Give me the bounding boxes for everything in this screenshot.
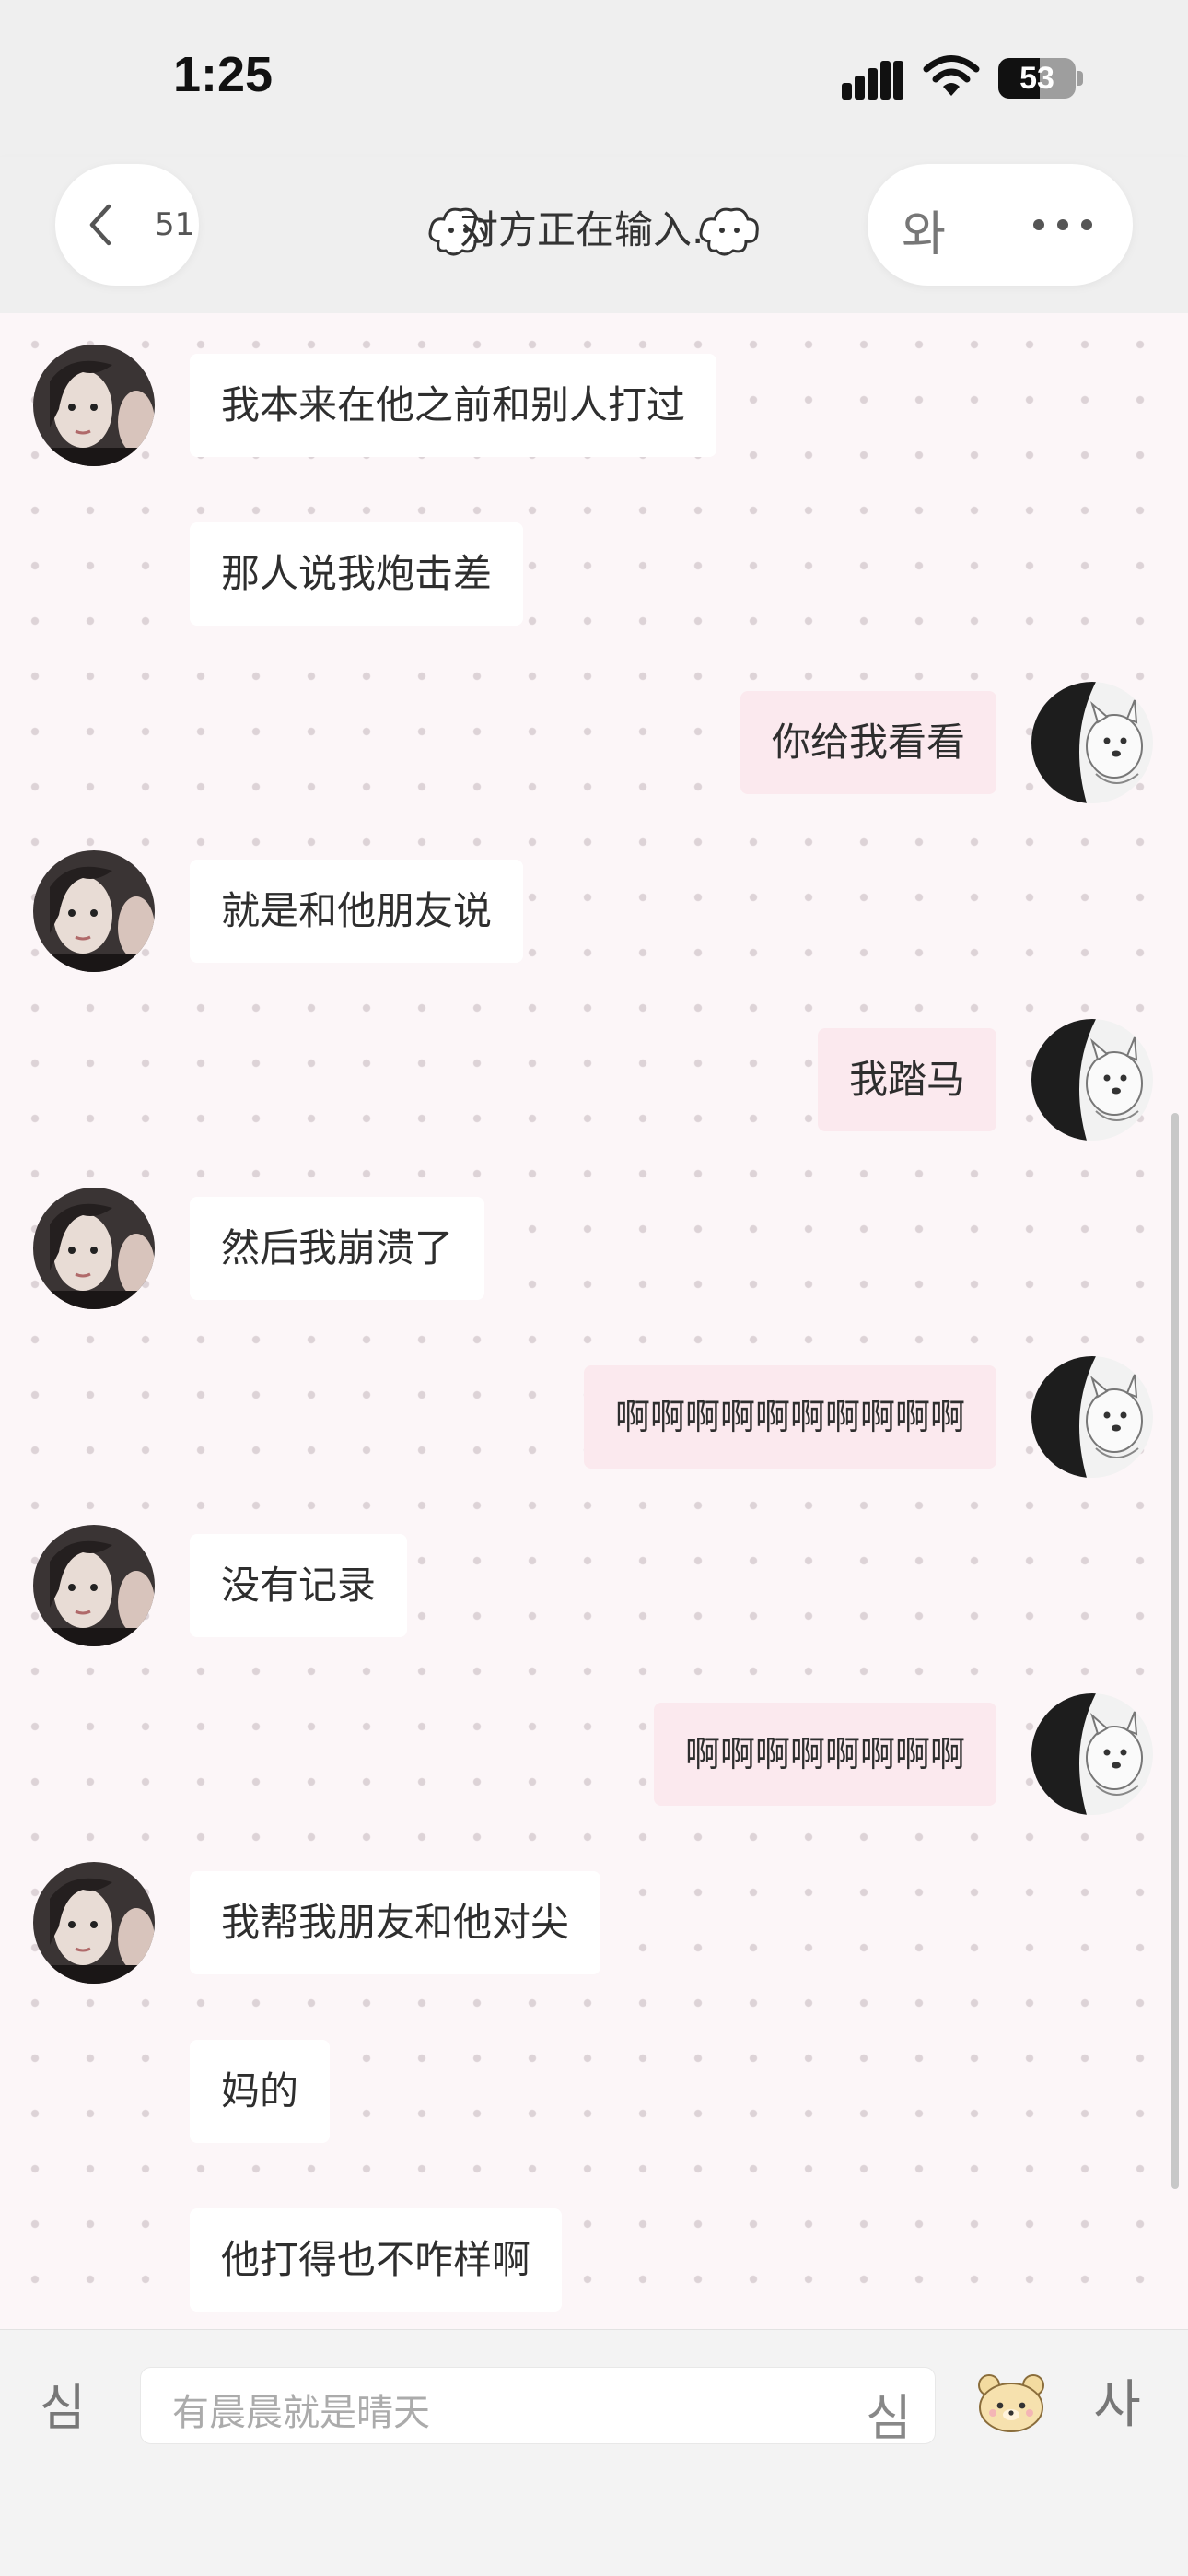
chevron-left-icon bbox=[89, 204, 111, 246]
cloud-icon bbox=[699, 207, 759, 256]
input-bar: 심 有晨晨就是晴天 심 사 bbox=[0, 2329, 1188, 2576]
input-inline-button[interactable]: 심 bbox=[859, 2377, 918, 2447]
outgoing-message-bubble[interactable]: 啊啊啊啊啊啊啊啊 bbox=[653, 1703, 996, 1806]
my-avatar[interactable] bbox=[1031, 1356, 1153, 1478]
contact-avatar[interactable] bbox=[33, 1525, 155, 1646]
more-actions-button[interactable]: 사 bbox=[1087, 2363, 1147, 2435]
my-avatar[interactable] bbox=[1031, 1693, 1153, 1815]
outgoing-message-bubble[interactable]: 我踏马 bbox=[817, 1028, 996, 1131]
incoming-message-bubble[interactable]: 他打得也不咋样啊 bbox=[190, 2208, 563, 2312]
cellular-signal-icon bbox=[842, 61, 903, 100]
incoming-message-bubble[interactable]: 就是和他朋友说 bbox=[190, 860, 524, 963]
my-avatar[interactable] bbox=[1031, 1019, 1153, 1141]
status-time: 1:25 bbox=[173, 47, 274, 102]
battery-tip bbox=[1077, 71, 1083, 86]
outgoing-message-bubble[interactable]: 你给我看看 bbox=[740, 691, 996, 794]
incoming-message-bubble[interactable]: 我本来在他之前和别人打过 bbox=[190, 354, 717, 457]
scrollbar[interactable] bbox=[1171, 1113, 1179, 2189]
incoming-message-bubble[interactable]: 然后我崩溃了 bbox=[190, 1197, 485, 1300]
incoming-message-bubble[interactable]: 那人说我炮击差 bbox=[190, 522, 524, 626]
header-actions: 와 bbox=[868, 164, 1133, 286]
contact-avatar[interactable] bbox=[33, 1862, 155, 1984]
battery-percent: 53 bbox=[1019, 61, 1054, 96]
status-bar: 1:25 53 bbox=[0, 0, 1188, 157]
wifi-icon bbox=[923, 55, 980, 96]
back-button[interactable]: 51 bbox=[55, 164, 199, 286]
incoming-message-bubble[interactable]: 没有记录 bbox=[190, 1534, 408, 1637]
unread-count: 51 bbox=[155, 206, 195, 243]
voice-button[interactable]: 심 bbox=[35, 2367, 90, 2437]
contact-avatar[interactable] bbox=[33, 345, 155, 466]
incoming-message-bubble[interactable]: 妈的 bbox=[190, 2040, 331, 2143]
header-action-button[interactable]: 와 bbox=[891, 195, 956, 263]
more-options-icon[interactable] bbox=[1030, 214, 1096, 236]
message-input[interactable]: 有晨晨就是晴天 심 bbox=[140, 2367, 936, 2447]
outgoing-message-bubble[interactable]: 啊啊啊啊啊啊啊啊啊啊 bbox=[583, 1365, 996, 1469]
battery-icon: 53 bbox=[998, 58, 1076, 99]
bear-sticker-icon[interactable] bbox=[976, 2372, 1046, 2433]
message-input-placeholder: 有晨晨就是晴天 bbox=[172, 2392, 430, 2434]
incoming-message-bubble[interactable]: 我帮我朋友和他对尖 bbox=[190, 1871, 601, 1974]
contact-avatar[interactable] bbox=[33, 1188, 155, 1309]
chat-header: 51 对方正在输入... 와 bbox=[0, 157, 1188, 313]
contact-avatar[interactable] bbox=[33, 850, 155, 972]
my-avatar[interactable] bbox=[1031, 682, 1153, 803]
message-list[interactable]: 我本来在他之前和别人打过 那人说我炮击差你给我看看就是和他朋友说我踏马然后我崩溃了… bbox=[0, 313, 1188, 2329]
